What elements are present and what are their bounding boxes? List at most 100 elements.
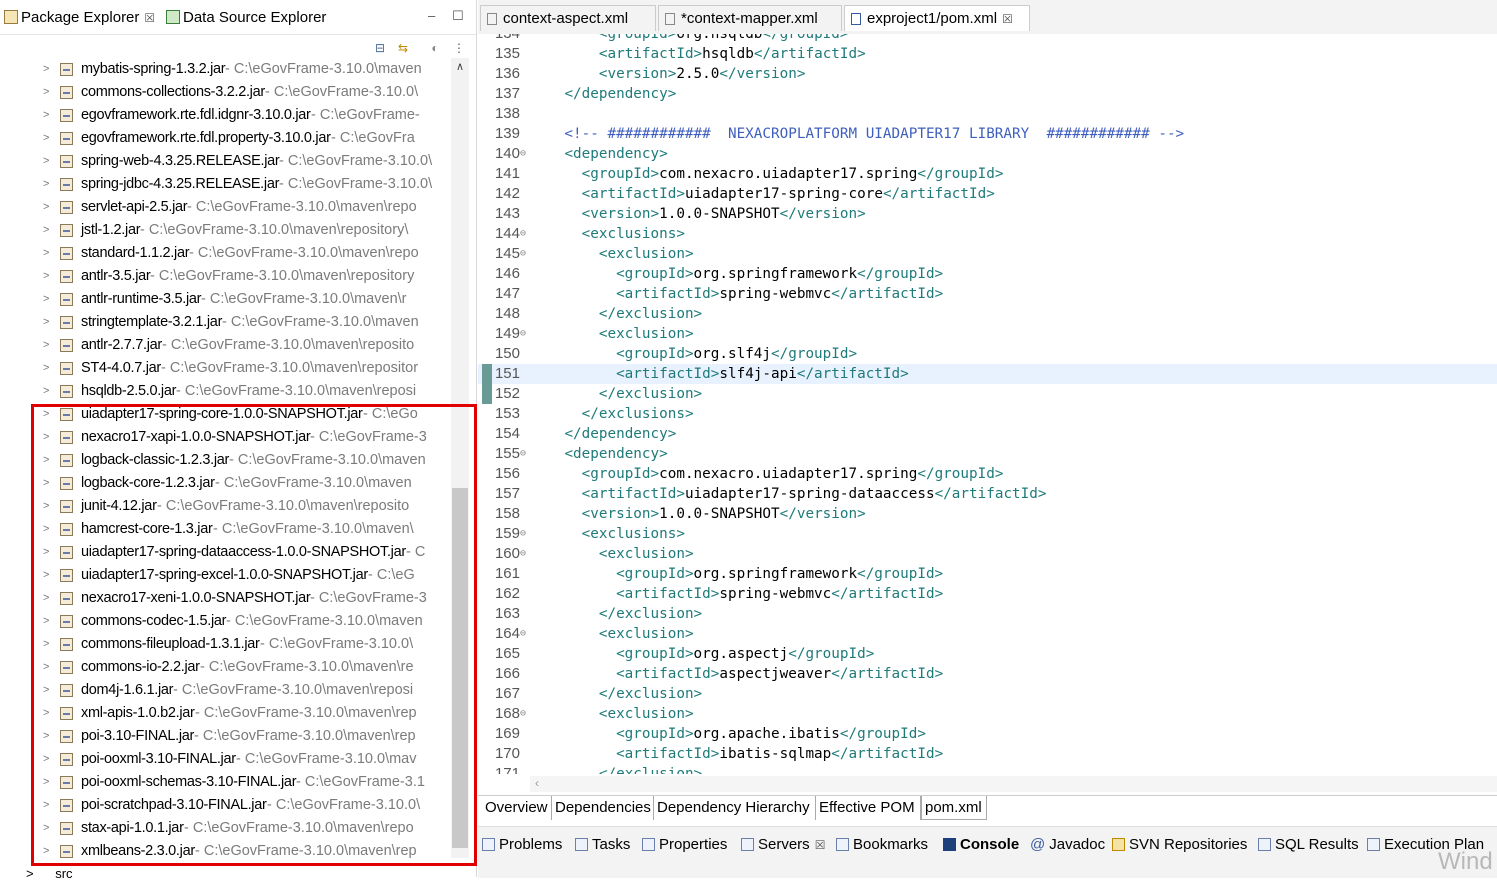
- tree-item-jar[interactable]: > uiadapter17-spring-excel-1.0.0-SNAPSHOT…: [0, 564, 448, 587]
- tree-item-jar[interactable]: > antlr-3.5.jar - C:\eGovFrame-3.10.0\mav…: [0, 265, 448, 288]
- chevron-right-icon[interactable]: >: [43, 794, 49, 817]
- minimize-icon[interactable]: –: [428, 8, 435, 23]
- close-icon[interactable]: ☒: [144, 11, 155, 25]
- tab-tasks[interactable]: Tasks: [575, 833, 630, 857]
- chevron-right-icon[interactable]: >: [43, 564, 49, 587]
- chevron-right-icon[interactable]: >: [43, 334, 49, 357]
- fold-icon[interactable]: ⊖: [520, 224, 526, 244]
- tab-javadoc[interactable]: @ Javadoc: [1030, 833, 1105, 857]
- tree-item-jar[interactable]: > egovframework.rte.fdl.property-3.10.0.j…: [0, 127, 448, 150]
- chevron-right-icon[interactable]: >: [43, 426, 49, 449]
- chevron-right-icon[interactable]: >: [43, 518, 49, 541]
- chevron-right-icon[interactable]: >: [43, 219, 49, 242]
- tree-item-jar[interactable]: > poi-3.10-FINAL.jar - C:\eGovFrame-3.10.…: [0, 725, 448, 748]
- code-line[interactable]: 134 <groupId>org.hsqldb</groupId>: [478, 34, 1497, 44]
- chevron-right-icon[interactable]: >: [43, 81, 49, 104]
- tree-scroll-thumb[interactable]: [452, 488, 468, 848]
- fold-icon[interactable]: ⊖: [520, 624, 526, 644]
- code-line[interactable]: 135 <artifactId>hsqldb</artifactId>: [478, 44, 1497, 64]
- chevron-right-icon[interactable]: >: [43, 771, 49, 794]
- tree-item-jar[interactable]: > uiadapter17-spring-dataaccess-1.0.0-SNA…: [0, 541, 448, 564]
- code-line[interactable]: 146 <groupId>org.springframework</groupI…: [478, 264, 1497, 284]
- close-icon[interactable]: ☒: [815, 838, 826, 852]
- code-line[interactable]: 161 <groupId>org.springframework</groupI…: [478, 564, 1497, 584]
- chevron-right-icon[interactable]: >: [43, 633, 49, 656]
- collapse-all-icon[interactable]: ⊟: [373, 41, 387, 55]
- chevron-right-icon[interactable]: >: [43, 380, 49, 403]
- code-line[interactable]: 150 <groupId>org.slf4j</groupId>: [478, 344, 1497, 364]
- tree-item-jar[interactable]: > nexacro17-xeni-1.0.0-SNAPSHOT.jar - C:\…: [0, 587, 448, 610]
- chevron-right-icon[interactable]: >: [43, 173, 49, 196]
- tree-item-jar[interactable]: > poi-ooxml-schemas-3.10-FINAL.jar - C:\e…: [0, 771, 448, 794]
- code-line[interactable]: 145 ⊖ <exclusion>: [478, 244, 1497, 264]
- code-line[interactable]: 153 </exclusions>: [478, 404, 1497, 424]
- tab-context-aspect[interactable]: context-aspect.xml: [480, 5, 656, 31]
- code-line[interactable]: 140 ⊖ <dependency>: [478, 144, 1497, 164]
- tree-item-jar[interactable]: > commons-fileupload-1.3.1.jar - C:\eGovF…: [0, 633, 448, 656]
- tab-properties[interactable]: Properties: [642, 833, 727, 857]
- tree-item-src[interactable]: > src: [26, 866, 73, 881]
- chevron-right-icon[interactable]: >: [43, 104, 49, 127]
- code-line[interactable]: 155 ⊖ <dependency>: [478, 444, 1497, 464]
- chevron-right-icon[interactable]: >: [43, 403, 49, 426]
- chevron-right-icon[interactable]: >: [43, 357, 49, 380]
- tab-console[interactable]: Console: [943, 833, 1019, 857]
- code-line[interactable]: 169 <groupId>org.apache.ibatis</groupId>: [478, 724, 1497, 744]
- tab-svn-repositories[interactable]: SVN Repositories: [1112, 833, 1247, 857]
- chevron-right-icon[interactable]: >: [43, 472, 49, 495]
- tree-item-jar[interactable]: > uiadapter17-spring-core-1.0.0-SNAPSHOT.…: [0, 403, 448, 426]
- chevron-right-icon[interactable]: >: [43, 242, 49, 265]
- chevron-right-icon[interactable]: >: [43, 679, 49, 702]
- chevron-right-icon[interactable]: >: [43, 725, 49, 748]
- fold-icon[interactable]: ⊖: [520, 524, 526, 544]
- tree-item-jar[interactable]: > poi-scratchpad-3.10-FINAL.jar - C:\eGov…: [0, 794, 448, 817]
- tree-item-jar[interactable]: > xml-apis-1.0.b2.jar - C:\eGovFrame-3.10…: [0, 702, 448, 725]
- code-line[interactable]: 139 <!-- ############ NEXACROPLATFORM UI…: [478, 124, 1497, 144]
- code-line[interactable]: 137 </dependency>: [478, 84, 1497, 104]
- tree-item-jar[interactable]: > mybatis-spring-1.3.2.jar - C:\eGovFrame…: [0, 58, 448, 81]
- tab-sql-results[interactable]: SQL Results: [1258, 833, 1359, 857]
- fold-icon[interactable]: ⊖: [520, 544, 526, 564]
- code-line[interactable]: 152 </exclusion>: [478, 384, 1497, 404]
- chevron-right-icon[interactable]: >: [43, 702, 49, 725]
- view-menu-icon[interactable]: ⋮: [452, 41, 466, 55]
- maximize-icon[interactable]: ☐: [452, 8, 464, 24]
- chevron-right-icon[interactable]: >: [43, 541, 49, 564]
- code-line[interactable]: 171 </exclusion>: [478, 764, 1497, 774]
- chevron-right-icon[interactable]: >: [43, 288, 49, 311]
- code-line[interactable]: 142 <artifactId>uiadapter17-spring-core<…: [478, 184, 1497, 204]
- chevron-right-icon[interactable]: >: [43, 656, 49, 679]
- tree-item-jar[interactable]: > junit-4.12.jar - C:\eGovFrame-3.10.0\ma…: [0, 495, 448, 518]
- chevron-right-icon[interactable]: >: [43, 587, 49, 610]
- tab-problems[interactable]: Problems: [482, 833, 562, 857]
- code-line[interactable]: 156 <groupId>com.nexacro.uiadapter17.spr…: [478, 464, 1497, 484]
- tree-item-jar[interactable]: > antlr-2.7.7.jar - C:\eGovFrame-3.10.0\m…: [0, 334, 448, 357]
- fold-icon[interactable]: ⊖: [520, 444, 526, 464]
- code-line[interactable]: 165 <groupId>org.aspectj</groupId>: [478, 644, 1497, 664]
- code-line[interactable]: 144 ⊖ <exclusions>: [478, 224, 1497, 244]
- tree-item-jar[interactable]: > nexacro17-xapi-1.0.0-SNAPSHOT.jar - C:\…: [0, 426, 448, 449]
- tree-item-jar[interactable]: > jstl-1.2.jar - C:\eGovFrame-3.10.0\mave…: [0, 219, 448, 242]
- chevron-right-icon[interactable]: >: [43, 127, 49, 150]
- tab-package-explorer[interactable]: Package Explorer ☒: [4, 6, 155, 30]
- chevron-right-icon[interactable]: >: [43, 58, 49, 81]
- code-line[interactable]: 138: [478, 104, 1497, 124]
- tab-data-source-explorer[interactable]: Data Source Explorer: [166, 6, 326, 30]
- tree-item-jar[interactable]: > hamcrest-core-1.3.jar - C:\eGovFrame-3.…: [0, 518, 448, 541]
- chevron-right-icon[interactable]: >: [43, 265, 49, 288]
- fold-icon[interactable]: ⊖: [520, 324, 526, 344]
- xml-editor[interactable]: 134 <groupId>org.hsqldb</groupId>135 <ar…: [478, 34, 1497, 774]
- code-line[interactable]: 149 ⊖ <exclusion>: [478, 324, 1497, 344]
- chevron-right-icon[interactable]: >: [43, 196, 49, 219]
- code-line[interactable]: 143 <version>1.0.0-SNAPSHOT</version>: [478, 204, 1497, 224]
- code-line[interactable]: 141 <groupId>com.nexacro.uiadapter17.spr…: [478, 164, 1497, 184]
- tree-item-jar[interactable]: > commons-codec-1.5.jar - C:\eGovFrame-3.…: [0, 610, 448, 633]
- chevron-right-icon[interactable]: >: [43, 311, 49, 334]
- code-line[interactable]: 147 <artifactId>spring-webmvc</artifactI…: [478, 284, 1497, 304]
- tree-item-jar[interactable]: > egovframework.rte.fdl.idgnr-3.10.0.jar …: [0, 104, 448, 127]
- tab-effective-pom[interactable]: Effective POM: [816, 796, 921, 820]
- chevron-right-icon[interactable]: >: [43, 840, 49, 863]
- code-line[interactable]: 148 </exclusion>: [478, 304, 1497, 324]
- chevron-right-icon[interactable]: >: [43, 817, 49, 840]
- tree-item-jar[interactable]: > servlet-api-2.5.jar - C:\eGovFrame-3.10…: [0, 196, 448, 219]
